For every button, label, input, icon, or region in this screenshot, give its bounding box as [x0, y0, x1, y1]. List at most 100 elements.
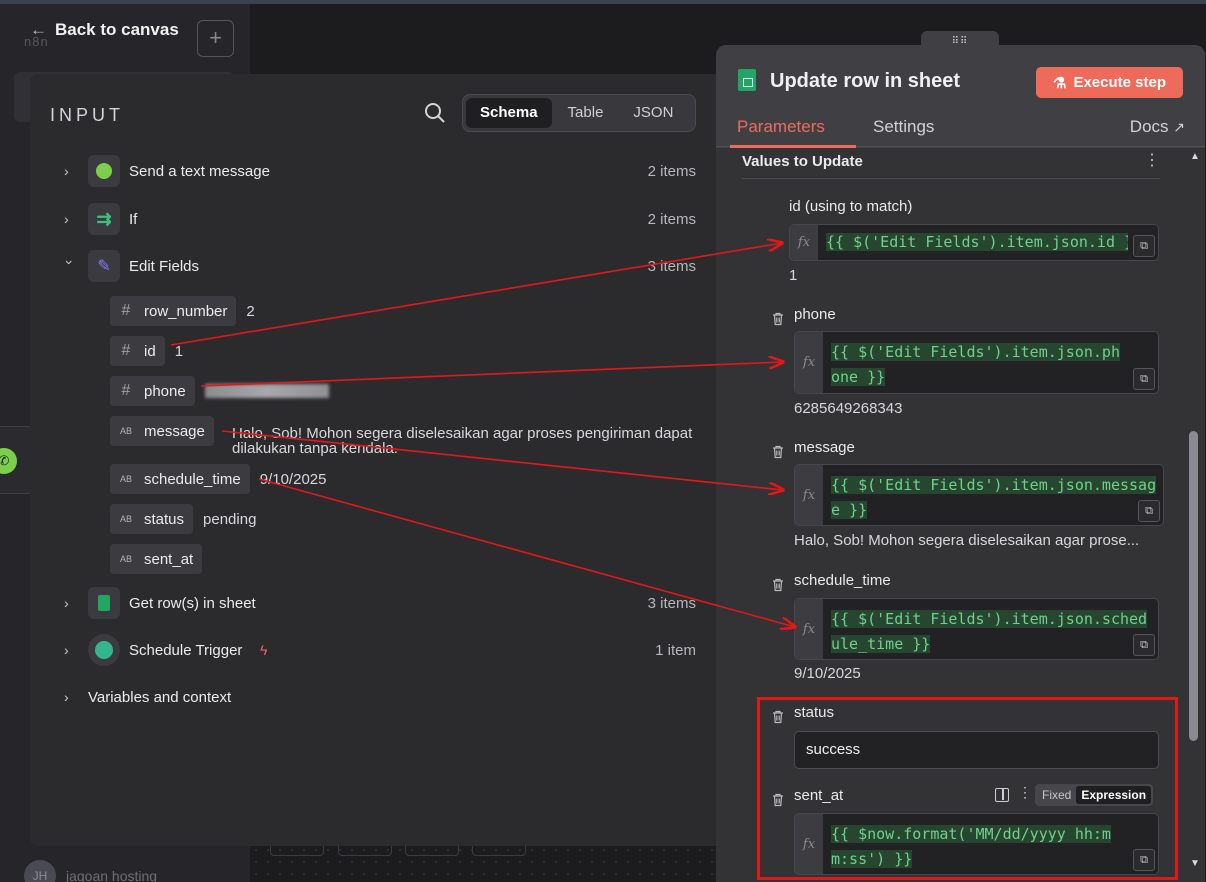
field-name: message: [144, 422, 205, 440]
tree-node-label: Edit Fields: [129, 257, 200, 275]
tree-node-label: Variables and context: [88, 688, 232, 706]
back-to-canvas-button[interactable]: ← Back to canvas: [30, 20, 179, 40]
schema-field-schedule-time[interactable]: AB schedule_time 9/10/2025: [110, 464, 326, 494]
view-mode-toggle: Schema Table JSON: [462, 94, 696, 132]
scroll-down-icon[interactable]: ▼: [1190, 858, 1200, 869]
docs-link[interactable]: Docs ↗: [1130, 117, 1185, 137]
expression-code: {{ $('Edit Fields').item.json.phone }}: [831, 343, 1120, 386]
tree-node-edit-fields[interactable]: › ✎ Edit Fields 3 items: [30, 250, 730, 282]
expression-editor-message[interactable]: fx {{ $('Edit Fields').item.json.message…: [794, 464, 1164, 526]
search-icon[interactable]: [424, 102, 446, 124]
field-name: row_number: [144, 302, 228, 320]
fx-icon: fx: [790, 225, 818, 260]
fx-icon: fx: [795, 332, 823, 393]
item-count: 2 items: [647, 210, 696, 228]
string-type-icon: AB: [119, 514, 132, 524]
expression-code: {{ $('Edit Fields').item.json.schedule_t…: [831, 610, 1148, 653]
google-sheets-icon: [88, 587, 120, 619]
user-menu[interactable]: JH jagoan hosting: [24, 860, 157, 882]
open-expression-icon[interactable]: ⧉: [1138, 500, 1160, 522]
field-name: id: [144, 342, 156, 360]
divider: [742, 178, 1160, 179]
open-expression-icon[interactable]: ⧉: [1133, 235, 1155, 257]
node-title[interactable]: Update row in sheet: [770, 70, 960, 93]
schema-field-message[interactable]: AB message: [110, 416, 214, 446]
expression-result: 6285649268343: [794, 400, 903, 417]
tree-node-label: Get row(s) in sheet: [129, 594, 256, 612]
chevron-down-icon: ›: [62, 260, 78, 265]
number-type-icon: #: [121, 382, 131, 399]
node-tabs: Parameters Settings Docs ↗: [716, 107, 1205, 148]
add-node-button[interactable]: +: [197, 20, 234, 57]
item-count: 2 items: [647, 162, 696, 180]
trash-icon[interactable]: [771, 312, 785, 326]
schema-field-row-number[interactable]: # row_number 2: [110, 296, 255, 326]
param-label: message: [794, 439, 855, 456]
whatsapp-icon: [88, 155, 120, 187]
tree-node-get-rows[interactable]: › Get row(s) in sheet 3 items: [30, 587, 730, 619]
chevron-right-icon: ›: [64, 642, 69, 658]
expression-editor-schedule-time[interactable]: fx {{ $('Edit Fields').item.json.schedul…: [794, 598, 1159, 660]
scroll-up-icon[interactable]: ▲: [1190, 151, 1200, 162]
param-label: schedule_time: [794, 572, 891, 589]
schema-field-id[interactable]: # id 1: [110, 336, 183, 366]
back-to-canvas-label: Back to canvas: [55, 20, 179, 39]
tab-parameters[interactable]: Parameters: [737, 117, 825, 137]
chevron-right-icon: ›: [64, 163, 69, 179]
tree-node-variables[interactable]: › Variables and context: [30, 682, 730, 712]
string-type-icon: AB: [119, 426, 132, 436]
fx-icon: fx: [795, 599, 823, 659]
trash-icon[interactable]: [771, 445, 785, 459]
schema-field-status[interactable]: AB status pending: [110, 504, 256, 534]
number-type-icon: #: [121, 302, 131, 319]
tree-node-schedule-trigger[interactable]: › Schedule Trigger ϟ 1 item: [30, 634, 730, 666]
open-expression-icon[interactable]: ⧉: [1133, 634, 1155, 656]
google-sheets-icon: [738, 69, 756, 91]
kebab-menu-icon[interactable]: ⋮: [1144, 150, 1160, 170]
item-count: 1 item: [655, 641, 696, 659]
annotation-highlight-box: [757, 697, 1178, 880]
schema-field-phone[interactable]: # phone: [110, 376, 329, 406]
view-tab-json[interactable]: JSON: [619, 98, 687, 128]
expression-editor-phone[interactable]: fx {{ $('Edit Fields').item.json.phone }…: [794, 331, 1159, 394]
field-value: 2: [246, 302, 255, 320]
input-panel: INPUT Schema Table JSON › Send a text me…: [30, 74, 730, 846]
expression-editor-id[interactable]: fx {{ $('Edit Fields').item.json.id }} ⧉: [789, 224, 1159, 261]
execute-step-button[interactable]: ⚗ Execute step: [1036, 67, 1183, 98]
chevron-right-icon: ›: [64, 595, 69, 611]
tree-node-label: If: [129, 210, 138, 228]
field-name: status: [144, 510, 185, 528]
field-value: pending: [203, 510, 257, 528]
string-type-icon: AB: [119, 554, 132, 564]
item-count: 3 items: [647, 594, 696, 612]
pencil-icon: ✎: [88, 250, 120, 282]
whatsapp-node[interactable]: ✆: [0, 426, 34, 494]
scrollbar[interactable]: ▲ ▼: [1184, 148, 1204, 882]
view-tab-table[interactable]: Table: [554, 98, 618, 128]
schema-field-sent-at[interactable]: AB sent_at: [110, 544, 203, 574]
tree-node-label: Send a text message: [129, 162, 270, 180]
field-name: phone: [144, 382, 186, 400]
view-tab-schema[interactable]: Schema: [466, 98, 552, 128]
param-label: phone: [794, 306, 836, 323]
external-link-icon: ↗: [1173, 119, 1185, 135]
arrow-left-icon: ←: [30, 20, 47, 39]
user-name: jagoan hosting: [66, 868, 158, 882]
redacted-value: [204, 384, 329, 398]
tree-node-send-text-message[interactable]: › Send a text message 2 items: [30, 155, 730, 187]
number-type-icon: #: [121, 342, 131, 359]
expression-result: 9/10/2025: [794, 665, 861, 682]
trash-icon[interactable]: [771, 578, 785, 592]
chevron-right-icon: ›: [64, 689, 69, 705]
avatar: JH: [24, 860, 56, 882]
field-value: 1: [174, 342, 184, 360]
field-name: sent_at: [144, 550, 194, 568]
param-label: id (using to match): [789, 198, 913, 215]
tab-settings[interactable]: Settings: [873, 117, 934, 137]
field-value: 9/10/2025: [259, 470, 327, 488]
open-expression-icon[interactable]: ⧉: [1133, 368, 1155, 390]
string-type-icon: AB: [119, 474, 132, 484]
flask-icon: ⚗: [1053, 74, 1067, 92]
scroll-thumb[interactable]: [1189, 431, 1198, 741]
tree-node-if[interactable]: › ⇉ If 2 items: [30, 203, 730, 235]
